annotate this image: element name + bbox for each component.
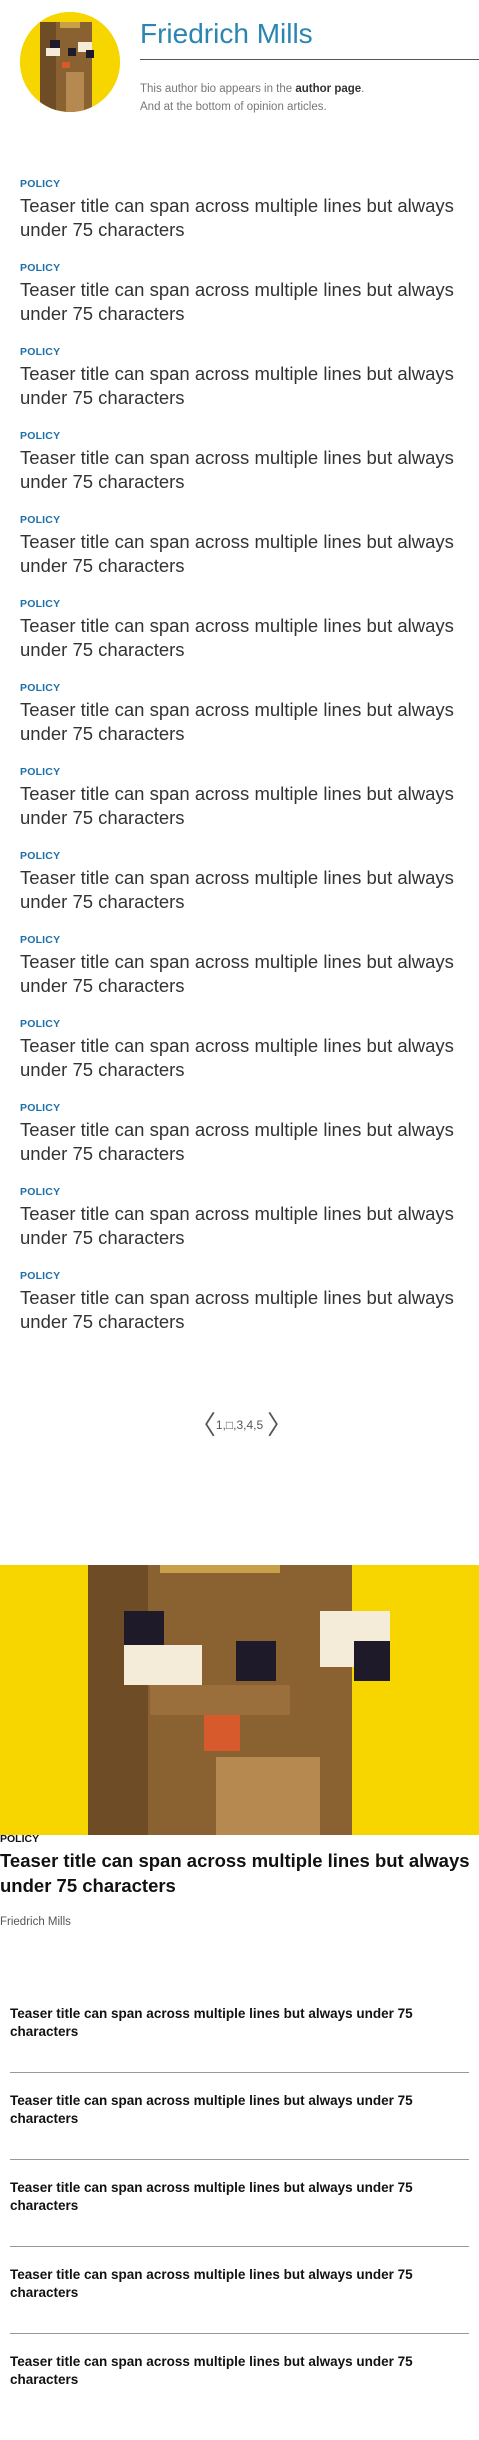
teaser-item[interactable]: POLICY Teaser title can span across multi… [20, 1018, 460, 1102]
small-teaser-item[interactable]: Teaser title can span across multiple li… [10, 2266, 469, 2353]
teaser-item[interactable]: POLICY Teaser title can span across multi… [20, 766, 460, 850]
teaser-item[interactable]: POLICY Teaser title can span across multi… [20, 262, 460, 346]
teaser-item[interactable]: POLICY Teaser title can span across multi… [20, 178, 460, 262]
teaser-title[interactable]: Teaser title can span across multiple li… [20, 530, 460, 578]
teaser-title[interactable]: Teaser title can span across multiple li… [20, 1034, 460, 1082]
teaser-kicker[interactable]: POLICY [20, 934, 460, 946]
author-header: Friedrich Mills This author bio appears … [20, 12, 479, 113]
small-teaser-item[interactable]: Teaser title can span across multiple li… [10, 2005, 469, 2092]
divider [10, 2159, 469, 2160]
teaser-item[interactable]: POLICY Teaser title can span across multi… [20, 682, 460, 766]
small-teaser-list: Teaser title can span across multiple li… [10, 2005, 469, 2440]
teaser-title[interactable]: Teaser title can span across multiple li… [20, 698, 460, 746]
teaser-kicker[interactable]: POLICY [20, 346, 460, 358]
small-teaser-title[interactable]: Teaser title can span across multiple li… [10, 2353, 469, 2389]
small-teaser-item[interactable]: Teaser title can span across multiple li… [10, 2353, 469, 2440]
featured-author[interactable]: Friedrich Mills [0, 1916, 71, 1928]
bio-line-2: And at the bottom of opinion articles. [140, 101, 327, 113]
teaser-title[interactable]: Teaser title can span across multiple li… [20, 614, 460, 662]
teaser-item[interactable]: POLICY Teaser title can span across multi… [20, 346, 460, 430]
teaser-title[interactable]: Teaser title can span across multiple li… [20, 278, 460, 326]
small-teaser-title[interactable]: Teaser title can span across multiple li… [10, 2005, 469, 2041]
teaser-title[interactable]: Teaser title can span across multiple li… [20, 866, 460, 914]
small-teaser-item[interactable]: Teaser title can span across multiple li… [10, 2092, 469, 2179]
author-name: Friedrich Mills [140, 18, 313, 49]
pixel-dog-avatar-icon [20, 12, 120, 112]
teaser-kicker[interactable]: POLICY [20, 598, 460, 610]
teaser-item[interactable]: POLICY Teaser title can span across multi… [20, 1102, 460, 1186]
featured-title[interactable]: Teaser title can span across multiple li… [0, 1848, 470, 1898]
teaser-kicker[interactable]: POLICY [20, 514, 460, 526]
author-page-link[interactable]: author page [295, 83, 361, 95]
teaser-title[interactable]: Teaser title can span across multiple li… [20, 446, 460, 494]
teaser-item[interactable]: POLICY Teaser title can span across multi… [20, 430, 460, 514]
pagination-pages[interactable]: 1,□,3,4,5 [216, 1418, 263, 1432]
small-teaser-title[interactable]: Teaser title can span across multiple li… [10, 2179, 469, 2215]
teaser-kicker[interactable]: POLICY [20, 430, 460, 442]
teaser-item[interactable]: POLICY Teaser title can span across multi… [20, 850, 460, 934]
teaser-kicker[interactable]: POLICY [20, 766, 460, 778]
teaser-title[interactable]: Teaser title can span across multiple li… [20, 362, 460, 410]
author-avatar[interactable] [20, 12, 120, 112]
teaser-title[interactable]: Teaser title can span across multiple li… [20, 1118, 460, 1166]
teaser-kicker[interactable]: POLICY [20, 178, 460, 190]
author-bio: This author bio appears in the author pa… [140, 80, 470, 116]
teaser-title[interactable]: Teaser title can span across multiple li… [20, 1286, 460, 1334]
teaser-title[interactable]: Teaser title can span across multiple li… [20, 782, 460, 830]
teaser-item[interactable]: POLICY Teaser title can span across multi… [20, 934, 460, 1018]
featured-kicker[interactable]: POLICY [0, 1833, 39, 1845]
chevron-left-icon[interactable]: 〈 [190, 1412, 216, 1438]
teaser-kicker[interactable]: POLICY [20, 1102, 460, 1114]
divider [10, 2246, 469, 2247]
small-teaser-title[interactable]: Teaser title can span across multiple li… [10, 2266, 469, 2302]
teaser-kicker[interactable]: POLICY [20, 1186, 460, 1198]
teaser-kicker[interactable]: POLICY [20, 262, 460, 274]
teaser-item[interactable]: POLICY Teaser title can span across multi… [20, 1186, 460, 1270]
teaser-title[interactable]: Teaser title can span across multiple li… [20, 950, 460, 998]
small-teaser-title[interactable]: Teaser title can span across multiple li… [10, 2092, 469, 2128]
teaser-item[interactable]: POLICY Teaser title can span across multi… [20, 1270, 460, 1354]
pixel-dog-hero-icon [0, 1565, 479, 1835]
bio-suffix: . [361, 83, 365, 95]
teaser-item[interactable]: POLICY Teaser title can span across multi… [20, 514, 460, 598]
divider [10, 2333, 469, 2334]
teaser-title[interactable]: Teaser title can span across multiple li… [20, 194, 460, 242]
pagination: 〈1,□,3,4,5 〉 [0, 1412, 479, 1438]
teaser-kicker[interactable]: POLICY [20, 1018, 460, 1030]
bio-prefix: This author bio appears in the [140, 83, 296, 95]
author-divider [140, 59, 479, 60]
chevron-right-icon[interactable]: 〉 [267, 1412, 293, 1438]
teaser-item[interactable]: POLICY Teaser title can span across multi… [20, 598, 460, 682]
teaser-list: POLICY Teaser title can span across multi… [20, 178, 460, 1354]
small-teaser-item[interactable]: Teaser title can span across multiple li… [10, 2179, 469, 2266]
teaser-title[interactable]: Teaser title can span across multiple li… [20, 1202, 460, 1250]
teaser-kicker[interactable]: POLICY [20, 682, 460, 694]
featured-image[interactable] [0, 1565, 479, 1835]
teaser-kicker[interactable]: POLICY [20, 1270, 460, 1282]
teaser-kicker[interactable]: POLICY [20, 850, 460, 862]
divider [10, 2072, 469, 2073]
